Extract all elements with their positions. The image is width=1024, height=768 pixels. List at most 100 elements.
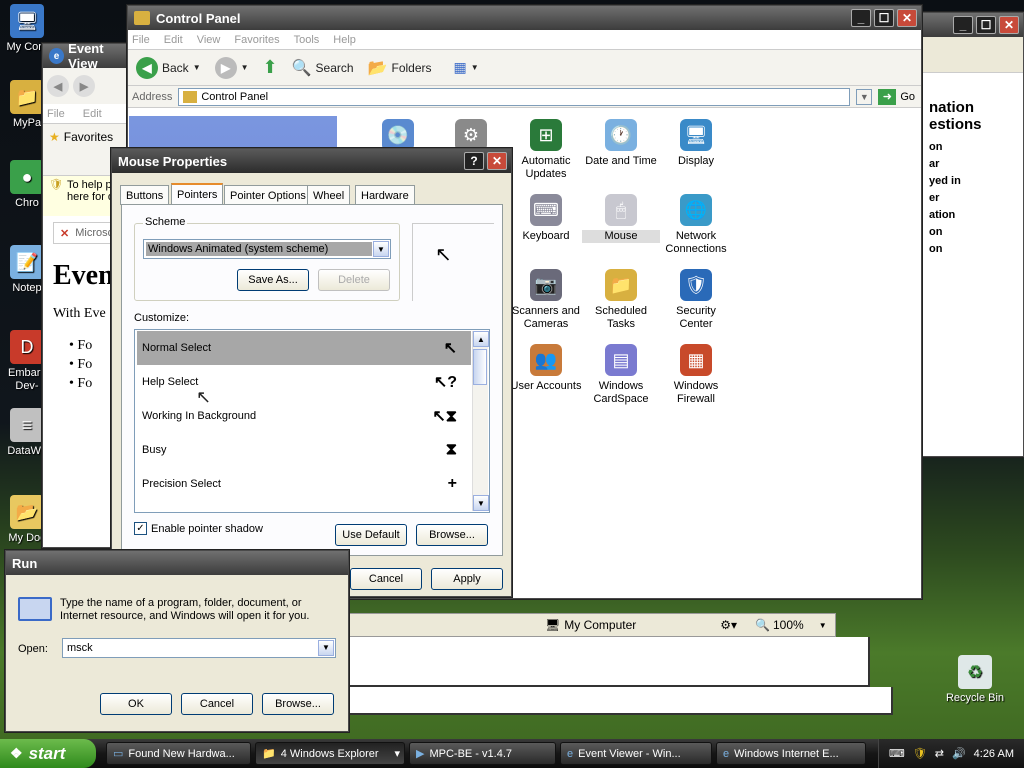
menu-edit[interactable]: Edit — [83, 108, 102, 120]
cp-item-mouse[interactable]: 🖱 Mouse — [582, 194, 660, 243]
run-dialog: Run Type the name of a program, folder, … — [5, 550, 349, 732]
arrow-cursor-icon: ↖ — [435, 244, 452, 266]
security-shield-icon[interactable]: 🛡 — [913, 747, 927, 760]
keyboard-tray-icon[interactable]: ⌨ — [889, 747, 905, 760]
cp-item-windows-firewall[interactable]: ▦ Windows Firewall — [657, 344, 735, 406]
security-zone-icon: ⚙▾ — [720, 618, 738, 632]
pointer-row-precision-select[interactable]: Precision Select + — [137, 467, 471, 501]
search-icon: 🔍 — [291, 59, 312, 77]
run-titlebar: Run — [6, 551, 348, 575]
address-dropdown-icon[interactable]: ▼ — [856, 88, 873, 105]
address-bar[interactable]: Control Panel — [178, 87, 851, 106]
up-button[interactable]: ⬆ — [259, 55, 282, 80]
cp-item-date-and-time[interactable]: 🕐 Date and Time — [582, 119, 660, 168]
tab-hardware[interactable]: Hardware — [355, 185, 415, 205]
menu-view[interactable]: View — [197, 34, 221, 46]
views-button[interactable]: ▦ ▼ — [450, 57, 483, 78]
browse-button[interactable]: Browse... — [416, 524, 488, 546]
cp-item-automatic-updates[interactable]: ⊞ Automatic Updates — [507, 119, 585, 181]
error-tab[interactable]: Microso — [75, 227, 114, 239]
cp-item-security-center[interactable]: 🛡 Security Center — [657, 269, 735, 331]
folders-button[interactable]: 📂 Folders — [364, 56, 436, 80]
explorer-status-bar: 🖥 My Computer ⚙▾ 🔍 100% ▼ — [348, 613, 836, 637]
help-button[interactable]: ? — [464, 152, 484, 170]
zoom-control[interactable]: 🔍 100% ▼ — [755, 618, 827, 632]
menu-tools[interactable]: Tools — [294, 34, 320, 46]
minimize-button[interactable]: _ — [851, 9, 871, 27]
save-as-button[interactable]: Save As... — [237, 269, 309, 291]
taskbar-button-5[interactable]: e Windows Internet E... — [716, 742, 866, 765]
go-button[interactable]: ➜ Go — [878, 88, 915, 105]
pointer-list[interactable]: Normal Select ↖ Help Select ↖? Working In Ba… — [134, 329, 490, 513]
menu-favorites[interactable]: Favorites — [234, 34, 279, 46]
run-ok-button[interactable]: OK — [100, 693, 172, 715]
scheme-select[interactable]: Windows Animated (system scheme) ▼ — [143, 239, 391, 259]
cp-item-windows-cardspace[interactable]: ▤ Windows CardSpace — [582, 344, 660, 406]
cp-item-user-accounts[interactable]: 👥 User Accounts — [507, 344, 585, 393]
windows-icon: ▦ — [680, 344, 712, 376]
run-cancel-button[interactable]: Cancel — [181, 693, 253, 715]
menu-file[interactable]: File — [132, 34, 150, 46]
favorites-button[interactable]: Favorites — [64, 130, 113, 144]
background-ie-window: _ ☐ ✕ nation estions on ar yed in er ation on on — [922, 12, 1024, 457]
tab-wheel[interactable]: Wheel — [307, 185, 351, 205]
use-default-button[interactable]: Use Default — [335, 524, 407, 546]
start-button[interactable]: ❖ start — [0, 739, 96, 768]
pointer-row-normal-select[interactable]: Normal Select ↖ — [137, 331, 471, 365]
cp-item-display[interactable]: 🖥 Display — [657, 119, 735, 168]
run-browse-button[interactable]: Browse... — [262, 693, 334, 715]
tab-pointers[interactable]: Pointers — [171, 183, 224, 205]
cancel-button[interactable]: Cancel — [350, 568, 422, 590]
recycle-bin-icon[interactable]: ♻ Recycle Bin — [944, 655, 1006, 705]
control-panel-toolbar: ◀ Back ▼ ▶ ▼ ⬆ 🔍 Search 📂 Folders ▦ ▼ — [128, 50, 921, 86]
clock[interactable]: 4:26 AM — [974, 748, 1014, 760]
minimize-button[interactable]: _ — [953, 16, 973, 34]
back-icon[interactable]: ◀ — [47, 75, 69, 97]
cp-item-keyboard[interactable]: ⌨ Keyboard — [507, 194, 585, 243]
scroll-up-icon[interactable]: ▲ — [473, 331, 489, 347]
folders-icon: 📂 — [367, 59, 388, 77]
cp-item-scheduled-tasks[interactable]: 📁 Scheduled Tasks — [582, 269, 660, 331]
close-button[interactable]: ✕ — [999, 16, 1019, 34]
menu-file[interactable]: File — [47, 108, 65, 120]
run-description: Type the name of a program, folder, docu… — [60, 597, 310, 622]
task-app-icon: e — [723, 747, 730, 760]
pointer-row-busy[interactable]: Busy ⧗ — [137, 433, 471, 467]
background-text-line: yed in — [929, 175, 961, 187]
info-bar[interactable]: To help p here for o — [67, 179, 114, 213]
scroll-thumb[interactable] — [473, 349, 487, 385]
menu-edit[interactable]: Edit — [164, 34, 183, 46]
chrome-icon: ● — [10, 160, 44, 194]
pointer-row-help-select[interactable]: Help Select ↖? — [137, 365, 471, 399]
pointer-row-working-in-background[interactable]: Working In Background ↖⧗ — [137, 399, 471, 433]
run-icon — [18, 597, 52, 621]
cursor-preview-icon: ↖⧗ — [432, 408, 457, 425]
cp-item-network-connections[interactable]: 🌐 Network Connections — [657, 194, 735, 256]
close-button[interactable]: ✕ — [487, 152, 507, 170]
background-window-frame-2 — [348, 687, 893, 715]
pointer-list-scrollbar[interactable]: ▲ ▼ — [472, 331, 489, 511]
forward-icon[interactable]: ▶ — [73, 75, 95, 97]
pointer-shadow-checkbox[interactable]: ✓ Enable pointer shadow — [134, 522, 263, 535]
taskbar-button-4[interactable]: e Event Viewer - Win... — [560, 742, 712, 765]
taskbar-button-1[interactable]: ▭ Found New Hardwa... — [106, 742, 251, 765]
back-button[interactable]: ◀ Back ▼ — [132, 55, 205, 81]
scroll-down-icon[interactable]: ▼ — [473, 495, 489, 511]
network-tray-icon[interactable]: ⇄ — [935, 747, 944, 760]
volume-tray-icon[interactable]: 🔊 — [952, 747, 966, 760]
taskbar-button-3[interactable]: ▶ MPC-BE - v1.4.7 — [409, 742, 556, 765]
delete-button[interactable]: Delete — [318, 269, 390, 291]
apply-button[interactable]: Apply — [431, 568, 503, 590]
search-button[interactable]: 🔍 Search — [288, 56, 358, 80]
menu-help[interactable]: Help — [333, 34, 356, 46]
maximize-button[interactable]: ☐ — [976, 16, 996, 34]
tab-pointer-options[interactable]: Pointer Options — [224, 185, 312, 205]
forward-button[interactable]: ▶ ▼ — [211, 55, 253, 81]
maximize-button[interactable]: ☐ — [874, 9, 894, 27]
open-input[interactable]: msck ▼ — [62, 638, 336, 658]
group-dropdown-icon: ▾ — [394, 748, 400, 760]
cp-item-scanners-and-cameras[interactable]: 📷 Scanners and Cameras — [507, 269, 585, 331]
close-button[interactable]: ✕ — [897, 9, 917, 27]
tab-buttons[interactable]: Buttons — [120, 185, 170, 205]
taskbar-button-2[interactable]: 📁 4 Windows Explorer ▾ — [255, 742, 405, 765]
